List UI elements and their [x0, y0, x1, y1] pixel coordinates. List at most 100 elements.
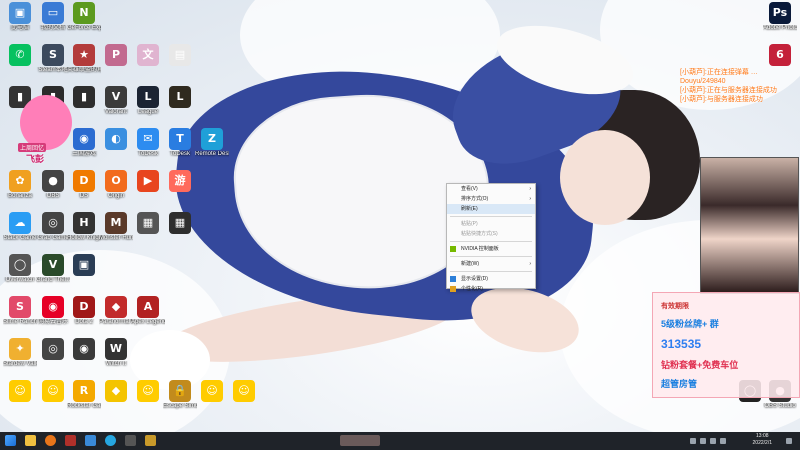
menu-item-label: 个性化(R)	[461, 286, 483, 292]
notification-icon[interactable]	[786, 438, 792, 444]
desktop-icon[interactable]: ☺	[3, 380, 37, 418]
desktop-icon[interactable]: ▤	[163, 44, 197, 82]
desktop-icon[interactable]: NGeForce Experience	[67, 2, 101, 40]
desktop-icon-label: Dota 2	[75, 319, 93, 325]
nvidia-icon	[450, 246, 456, 252]
fan-badge-ad-banner: 有效期限 5级粉丝牌+ 群 313535 钻粉套餐+免费车位 超管房管	[652, 292, 800, 398]
desktop-icon[interactable]: ◉ 三国游戏	[67, 128, 101, 166]
app-icon: P	[105, 44, 127, 66]
desktop-icon[interactable]: ◉ 网易云音乐	[36, 296, 70, 334]
app-icon[interactable]	[145, 435, 156, 446]
desktop-icon[interactable]: PsAdobe Photoshop	[763, 2, 797, 40]
menu-item-label: 新建(W)	[461, 261, 480, 267]
desktop-icon[interactable]: ☺	[195, 380, 229, 418]
app-icon[interactable]	[65, 435, 76, 446]
desktop-icon[interactable]: L League	[131, 86, 165, 124]
desktop-icon-label: DS	[79, 193, 89, 199]
tray-arrow-icon[interactable]	[690, 438, 696, 444]
taskbar-clock[interactable]: 13:08 2022/2/1	[753, 433, 772, 447]
desktop-icon[interactable]: V Valorant	[99, 86, 133, 124]
app-icon: 文	[137, 44, 159, 66]
desktop-icon[interactable]: D Dota 2	[67, 296, 101, 334]
desktop-icon-label: ToDesk	[137, 151, 158, 157]
desktop-icon[interactable]: T ToDesk	[163, 128, 197, 166]
desktop-icon[interactable]: ☁ Stack Game	[3, 212, 37, 250]
desktop-icon[interactable]: W Witch It	[99, 338, 133, 376]
desktop-icon[interactable]: ▦	[131, 212, 165, 250]
chat-message: [小葫芦]:正在与服务器连接成功	[680, 86, 800, 95]
menu-item[interactable]: 显示设置(D)	[447, 274, 535, 284]
desktop-icon[interactable]: ☺	[131, 380, 165, 418]
desktop-icon[interactable]: ▦	[163, 212, 197, 250]
desktop-icon[interactable]: ◐	[99, 128, 133, 166]
desktop-icon[interactable]: ▭ 我的文档	[36, 2, 70, 40]
desktop-icon[interactable]: ▶	[131, 170, 165, 208]
stream-avatar-logo	[20, 95, 72, 150]
desktop-icon[interactable]: ✦Stardew Valley	[3, 338, 37, 376]
desktop-icon[interactable]: ☺	[227, 380, 261, 418]
file-explorer-icon[interactable]	[25, 435, 36, 446]
browser-icon[interactable]	[45, 435, 56, 446]
app-icon: ◉	[73, 338, 95, 360]
desktop-icon[interactable]: P	[99, 44, 133, 82]
stream-app-icon[interactable]	[340, 435, 380, 446]
app-icon[interactable]	[125, 435, 136, 446]
desktop-icon[interactable]: ZRemote Desktop	[195, 128, 229, 166]
desktop-icon[interactable]: ✆	[3, 44, 37, 82]
app-icon: L	[169, 86, 191, 108]
desktop-icon[interactable]: ★英雄联盟的角色	[67, 44, 101, 82]
menu-item[interactable]: 刷新(E)	[447, 204, 535, 214]
desktop-icon[interactable]: ▣ 此电脑	[3, 2, 37, 40]
app-icon: D	[73, 170, 95, 192]
desktop-icon[interactable]: SSlime Rancher	[3, 296, 37, 334]
desktop-icon[interactable]: ◆	[99, 380, 133, 418]
desktop-icon[interactable]: 游	[163, 170, 197, 208]
network-icon[interactable]	[700, 438, 706, 444]
desktop-icon[interactable]: ◯ Overwatch	[3, 254, 37, 292]
desktop-icon[interactable]: 🔒Escape Simulator	[163, 380, 197, 418]
desktop-icon[interactable]: ▣	[67, 254, 101, 292]
volume-icon[interactable]	[710, 438, 716, 444]
menu-item[interactable]: 排序方式(O) ›	[447, 194, 535, 204]
desktop-icon-label: Valorant	[105, 109, 127, 115]
desktop-icon[interactable]: ✉ ToDesk	[131, 128, 165, 166]
desktop-icon[interactable]: ◆Paranormal Party	[99, 296, 133, 334]
desktop-icon[interactable]: L	[163, 86, 197, 124]
desktop-icon[interactable]: S Steam本地	[36, 44, 70, 82]
desktop-icon-label: Hollow Knight	[67, 235, 101, 241]
chat-text: 与服务器连接成功	[706, 96, 763, 103]
desktop-icon[interactable]: ◎ Grab Game	[36, 212, 70, 250]
app-icon[interactable]	[85, 435, 96, 446]
app-icon[interactable]	[105, 435, 116, 446]
start-icon[interactable]	[5, 435, 16, 446]
menu-separator	[450, 241, 532, 242]
app-icon: ▭	[42, 2, 64, 24]
desktop-icon[interactable]: D DS	[67, 170, 101, 208]
desktop-icon-label: GeForce Experience	[67, 25, 101, 31]
desktop-icon[interactable]: O Origin	[99, 170, 133, 208]
desktop-icon[interactable]: H Hollow Knight	[67, 212, 101, 250]
clock-time: 13:08	[756, 433, 769, 439]
ime-icon[interactable]	[720, 438, 726, 444]
desktop-icon[interactable]: ✿ Bonanza	[3, 170, 37, 208]
menu-item[interactable]: NVIDIA 控制面板	[447, 244, 535, 254]
desktop-icon[interactable]: ◎	[36, 338, 70, 376]
desktop-icon[interactable]: ● OBS	[36, 170, 70, 208]
menu-item[interactable]: 个性化(R)	[447, 284, 535, 294]
danmaku-chat-overlay: [小葫芦]:正在连接弹幕 …Douyu/249840 [小葫芦]:正在与服务器连接…	[680, 68, 800, 104]
desktop-icon[interactable]: 文	[131, 44, 165, 82]
desktop-icon[interactable]: ☺	[36, 380, 70, 418]
desktop-icon[interactable]: VGrand Theft Auto V	[36, 254, 70, 292]
desktop-icon[interactable]: AApex Legends	[131, 296, 165, 334]
app-icon: ✆	[9, 44, 31, 66]
menu-item[interactable]: 新建(W) ›	[447, 259, 535, 269]
desktop-icon-label: Paranormal Party	[99, 319, 133, 325]
menu-item-label: 排序方式(O)	[461, 196, 489, 202]
desktop-icon-label: Stardew Valley	[3, 361, 37, 367]
desktop-icon[interactable]: ◉	[67, 338, 101, 376]
app-icon: ▦	[169, 212, 191, 234]
menu-item[interactable]: 查看(V) ›	[447, 184, 535, 194]
desktop-icon[interactable]: ▮	[67, 86, 101, 124]
desktop-icon[interactable]: RRockstar Games	[67, 380, 101, 418]
desktop-icon[interactable]: MMonster Hunter	[99, 212, 133, 250]
